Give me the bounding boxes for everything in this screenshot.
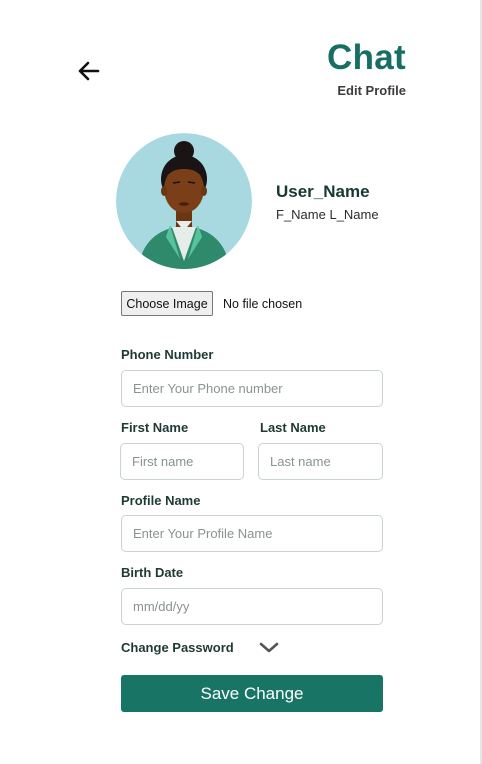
choose-image-button[interactable]: Choose Image [121, 291, 213, 316]
chevron-down-icon [259, 642, 279, 652]
save-change-button[interactable]: Save Change [121, 675, 383, 712]
phone-input[interactable] [121, 370, 383, 407]
user-full-name: F_Name L_Name [276, 207, 379, 222]
brand-header: Chat Edit Profile [327, 40, 406, 98]
user-info: User_Name F_Name L_Name [276, 182, 379, 222]
app-title: Chat [327, 38, 406, 77]
change-password-label: Change Password [121, 640, 234, 655]
birth-date-label: Birth Date [121, 565, 184, 580]
image-upload: Choose Image No file chosen [121, 291, 302, 316]
birth-date-input[interactable] [121, 588, 383, 625]
last-name-input[interactable] [258, 443, 383, 480]
avatar [116, 133, 252, 269]
file-status: No file chosen [223, 296, 303, 311]
page-subtitle: Edit Profile [337, 83, 406, 98]
first-name-label: First Name [121, 420, 189, 435]
back-button[interactable] [76, 58, 102, 84]
user-name: User_Name [276, 182, 370, 201]
profile-name-input[interactable] [121, 515, 383, 552]
person-avatar-icon [116, 133, 252, 269]
last-name-label: Last Name [260, 420, 326, 435]
first-name-input[interactable] [120, 443, 244, 480]
phone-label: Phone Number [121, 347, 214, 362]
profile-name-label: Profile Name [121, 493, 201, 508]
change-password-toggle[interactable]: Change Password [121, 640, 280, 655]
arrow-left-icon [78, 61, 100, 81]
